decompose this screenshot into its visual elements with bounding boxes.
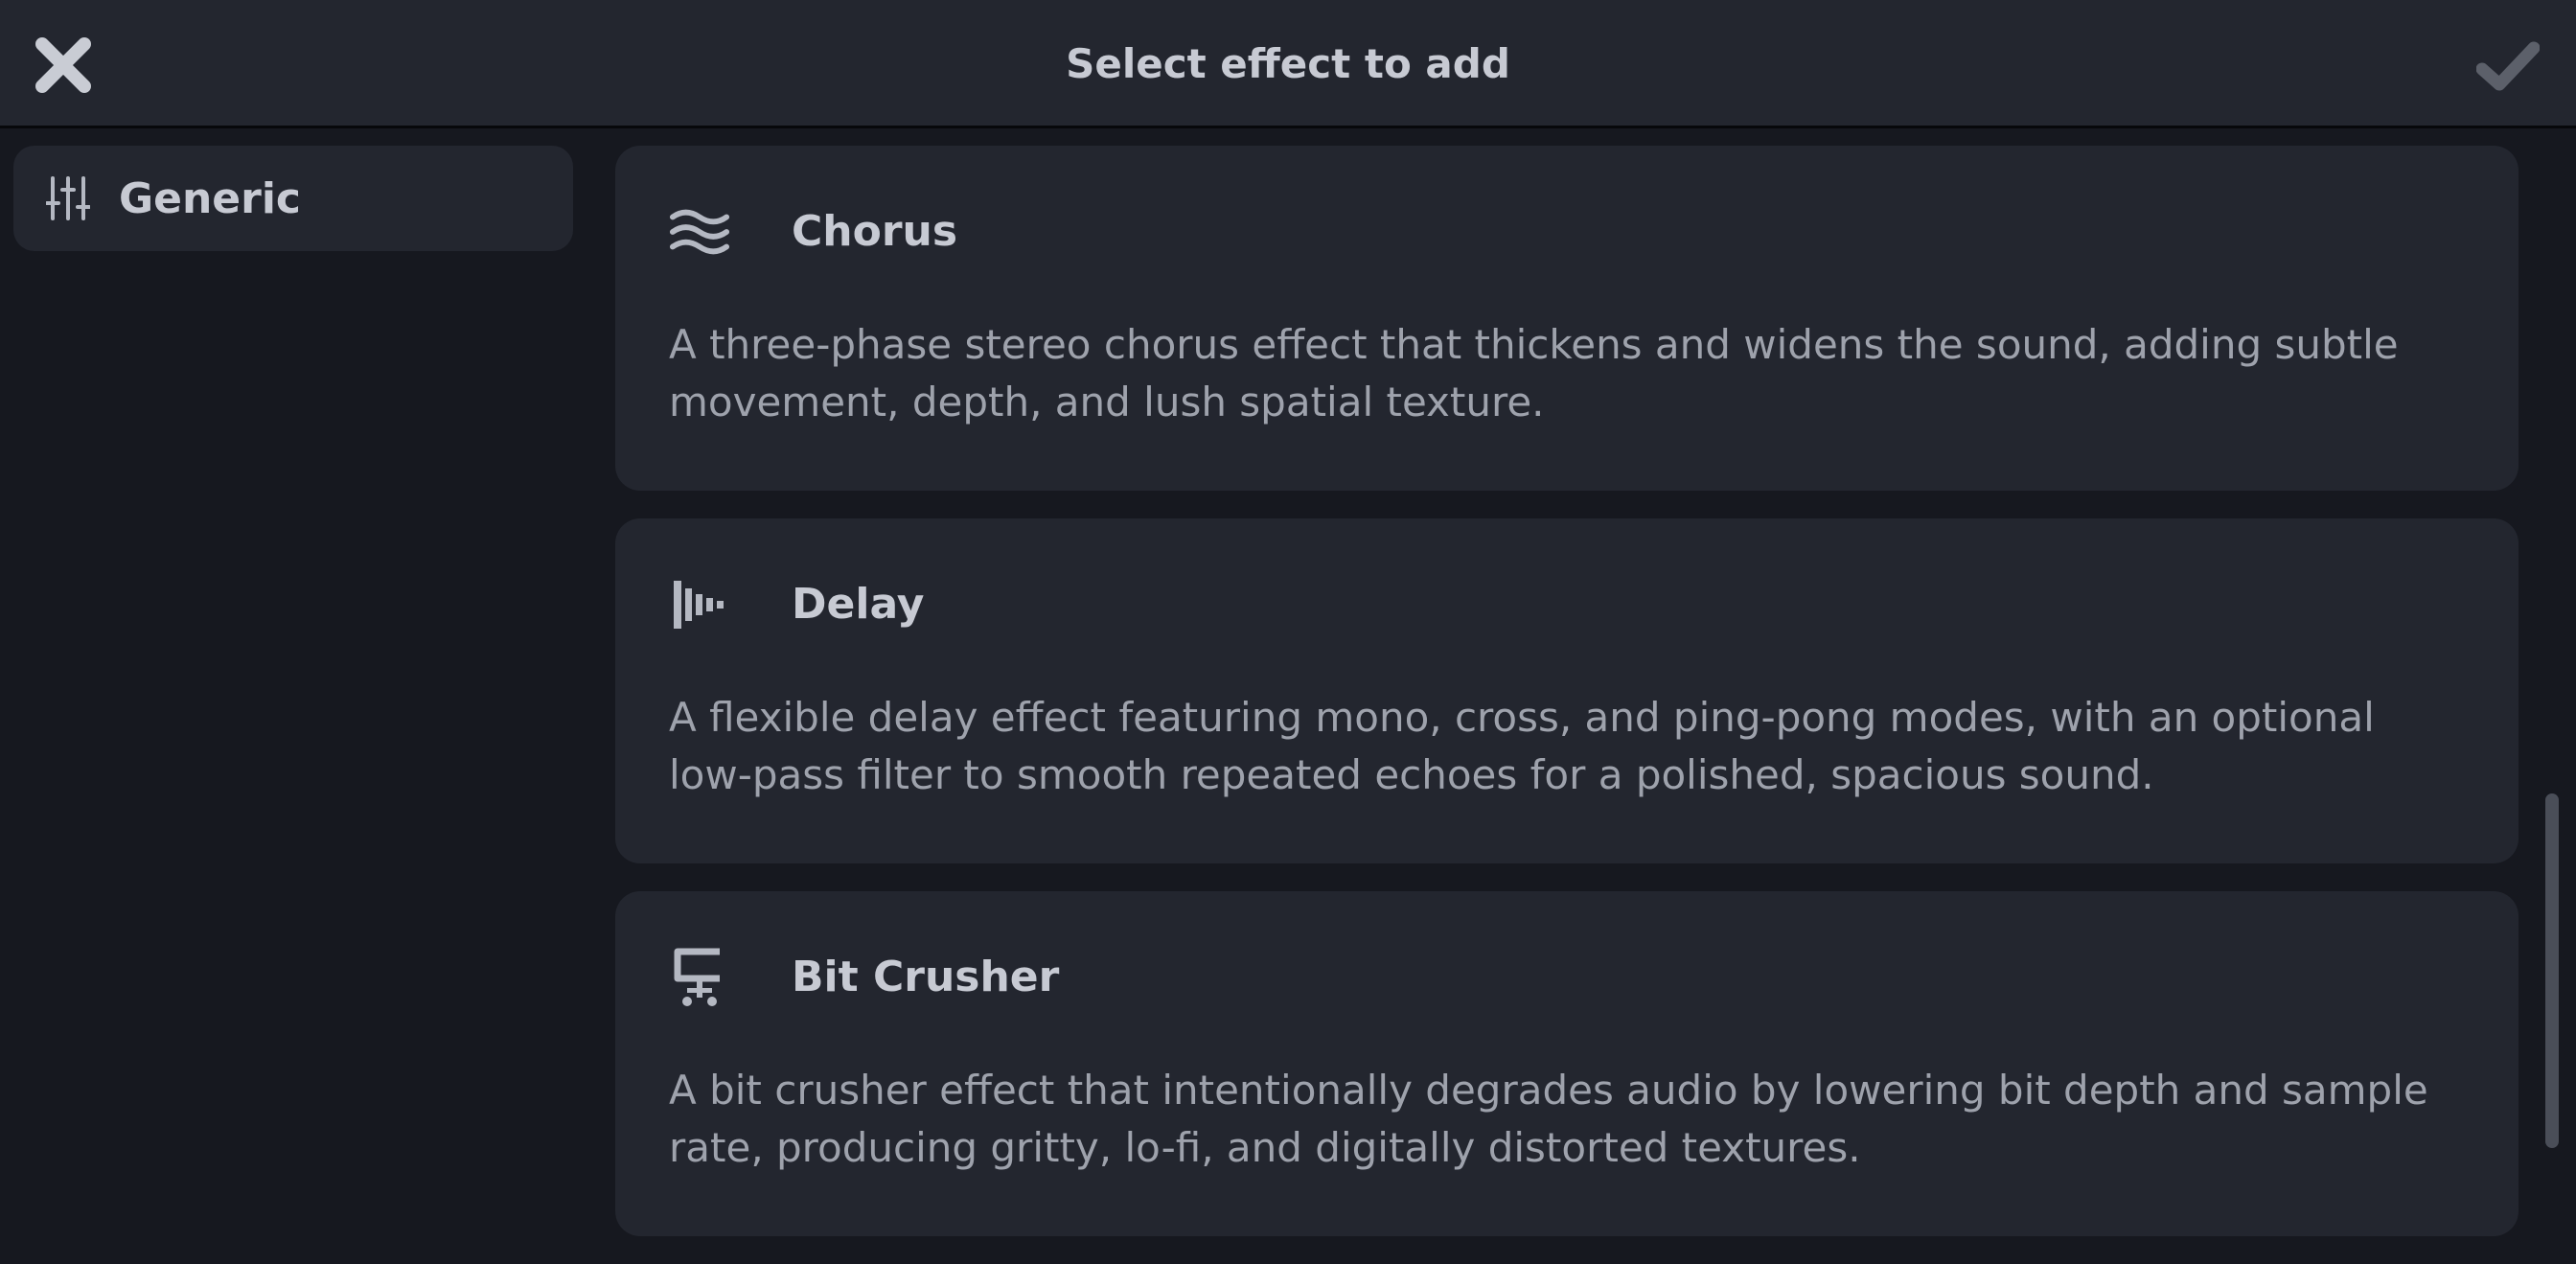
category-sidebar: Generic [0, 131, 586, 1190]
confirm-button[interactable] [2474, 36, 2542, 96]
effect-description: A three-phase stereo chorus effect that … [669, 321, 2399, 425]
waves-icon [669, 201, 730, 263]
effect-card-bit-crusher[interactable]: Bit Crusher A bit crusher effect that in… [615, 891, 2518, 1236]
sidebar-item-generic[interactable]: Generic [13, 146, 573, 251]
effect-description: A flexible delay effect featuring mono, … [669, 694, 2375, 798]
delay-bars-icon [669, 574, 730, 635]
effect-card-delay[interactable]: Delay A flexible delay effect featuring … [615, 518, 2518, 863]
effect-card-chorus[interactable]: Chorus A three-phase stereo chorus effec… [615, 146, 2518, 491]
sliders-icon [44, 174, 92, 222]
clamp-icon [669, 947, 730, 1008]
sidebar-item-label: Generic [119, 173, 301, 223]
effect-title: Delay [792, 580, 925, 629]
dialog-title: Select effect to add [1066, 40, 1510, 87]
effects-list: Chorus A three-phase stereo chorus effec… [615, 146, 2518, 1264]
effect-title: Chorus [792, 207, 958, 256]
top-bar: Select effect to add [0, 0, 2576, 128]
list-scrollbar[interactable] [2545, 793, 2559, 1148]
effect-description: A bit crusher effect that intentionally … [669, 1067, 2428, 1171]
checkmark-icon [2476, 41, 2540, 91]
effect-title: Bit Crusher [792, 953, 1060, 1001]
